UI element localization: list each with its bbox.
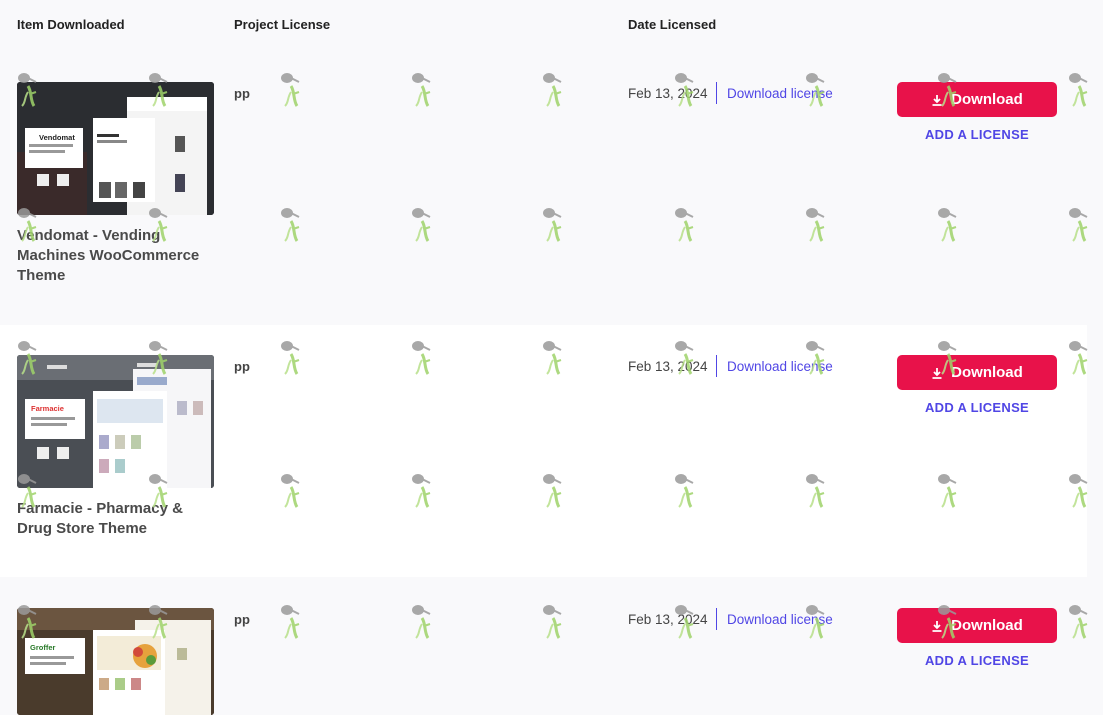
watermark-icon bbox=[18, 73, 37, 107]
thumbnail-image: Farmacie bbox=[17, 355, 214, 488]
watermark-icon bbox=[806, 208, 825, 242]
item-thumbnail[interactable]: Farmacie bbox=[17, 355, 214, 488]
watermark-icon bbox=[543, 341, 562, 375]
project-license-value: pp bbox=[234, 359, 250, 374]
project-license-value: pp bbox=[234, 612, 250, 627]
project-license-value: pp bbox=[234, 86, 250, 101]
watermark-icon bbox=[281, 474, 300, 508]
watermark-icon bbox=[1069, 474, 1088, 508]
watermark-icon bbox=[281, 341, 300, 375]
thumb-brand: Vendomat bbox=[39, 133, 75, 142]
watermark-icon bbox=[806, 341, 825, 375]
watermark-icon bbox=[412, 73, 431, 107]
watermark-icon bbox=[938, 73, 957, 107]
watermark-icon bbox=[938, 474, 957, 508]
watermark-icon bbox=[543, 605, 562, 639]
thumb-brand: Farmacie bbox=[31, 404, 64, 413]
watermark-icon bbox=[806, 73, 825, 107]
watermark-icon bbox=[18, 474, 37, 508]
separator bbox=[716, 82, 717, 104]
watermark-icon bbox=[281, 208, 300, 242]
watermark-icon bbox=[938, 605, 957, 639]
download-button[interactable]: Download bbox=[897, 608, 1057, 643]
watermark-icon bbox=[806, 474, 825, 508]
watermark-icon bbox=[938, 341, 957, 375]
watermark-icon bbox=[149, 208, 168, 242]
watermark-icon bbox=[1069, 73, 1088, 107]
watermark-icon bbox=[675, 341, 694, 375]
column-header-item: Item Downloaded bbox=[17, 17, 125, 32]
watermark-icon bbox=[18, 605, 37, 639]
item-thumbnail[interactable]: Vendomat bbox=[17, 82, 214, 215]
table-row: Groffer pp Feb 13, 2024 Download license… bbox=[0, 578, 1087, 715]
column-header-date: Date Licensed bbox=[628, 17, 717, 32]
watermark-icon bbox=[412, 341, 431, 375]
watermark-icon bbox=[412, 474, 431, 508]
watermark-icon bbox=[281, 605, 300, 639]
item-title[interactable]: Farmacie - Pharmacy & Drug Store Theme bbox=[17, 499, 217, 539]
watermark-icon bbox=[412, 208, 431, 242]
watermark-icon bbox=[18, 341, 37, 375]
item-thumbnail[interactable]: Groffer bbox=[17, 608, 214, 715]
thumbnail-image: Groffer bbox=[17, 608, 214, 715]
watermark-icon bbox=[543, 474, 562, 508]
watermark-icon bbox=[149, 73, 168, 107]
download-button[interactable]: Download bbox=[897, 355, 1057, 390]
watermark-icon bbox=[1069, 208, 1088, 242]
watermark-icon bbox=[675, 208, 694, 242]
watermark-icon bbox=[675, 474, 694, 508]
watermark-icon bbox=[149, 341, 168, 375]
add-license-link[interactable]: ADD A LICENSE bbox=[897, 400, 1057, 415]
table-header: Item Downloaded Project License Date Lic… bbox=[0, 0, 1103, 48]
watermark-icon bbox=[938, 208, 957, 242]
separator bbox=[716, 608, 717, 630]
item-title[interactable]: Vendomat - Vending Machines WooCommerce … bbox=[17, 226, 217, 286]
watermark-icon bbox=[149, 474, 168, 508]
watermark-icon bbox=[806, 605, 825, 639]
watermark-icon bbox=[675, 73, 694, 107]
watermark-icon bbox=[543, 208, 562, 242]
watermark-icon bbox=[1069, 605, 1088, 639]
watermark-icon bbox=[149, 605, 168, 639]
thumbnail-image: Vendomat bbox=[17, 82, 214, 215]
watermark-icon bbox=[18, 208, 37, 242]
watermark-icon bbox=[281, 73, 300, 107]
separator bbox=[716, 355, 717, 377]
add-license-link[interactable]: ADD A LICENSE bbox=[897, 127, 1057, 142]
watermark-icon bbox=[412, 605, 431, 639]
thumb-brand: Groffer bbox=[30, 643, 56, 652]
download-button[interactable]: Download bbox=[897, 82, 1057, 117]
add-license-link[interactable]: ADD A LICENSE bbox=[897, 653, 1057, 668]
column-header-license: Project License bbox=[234, 17, 331, 32]
watermark-icon bbox=[675, 605, 694, 639]
watermark-icon bbox=[543, 73, 562, 107]
watermark-icon bbox=[1069, 341, 1088, 375]
